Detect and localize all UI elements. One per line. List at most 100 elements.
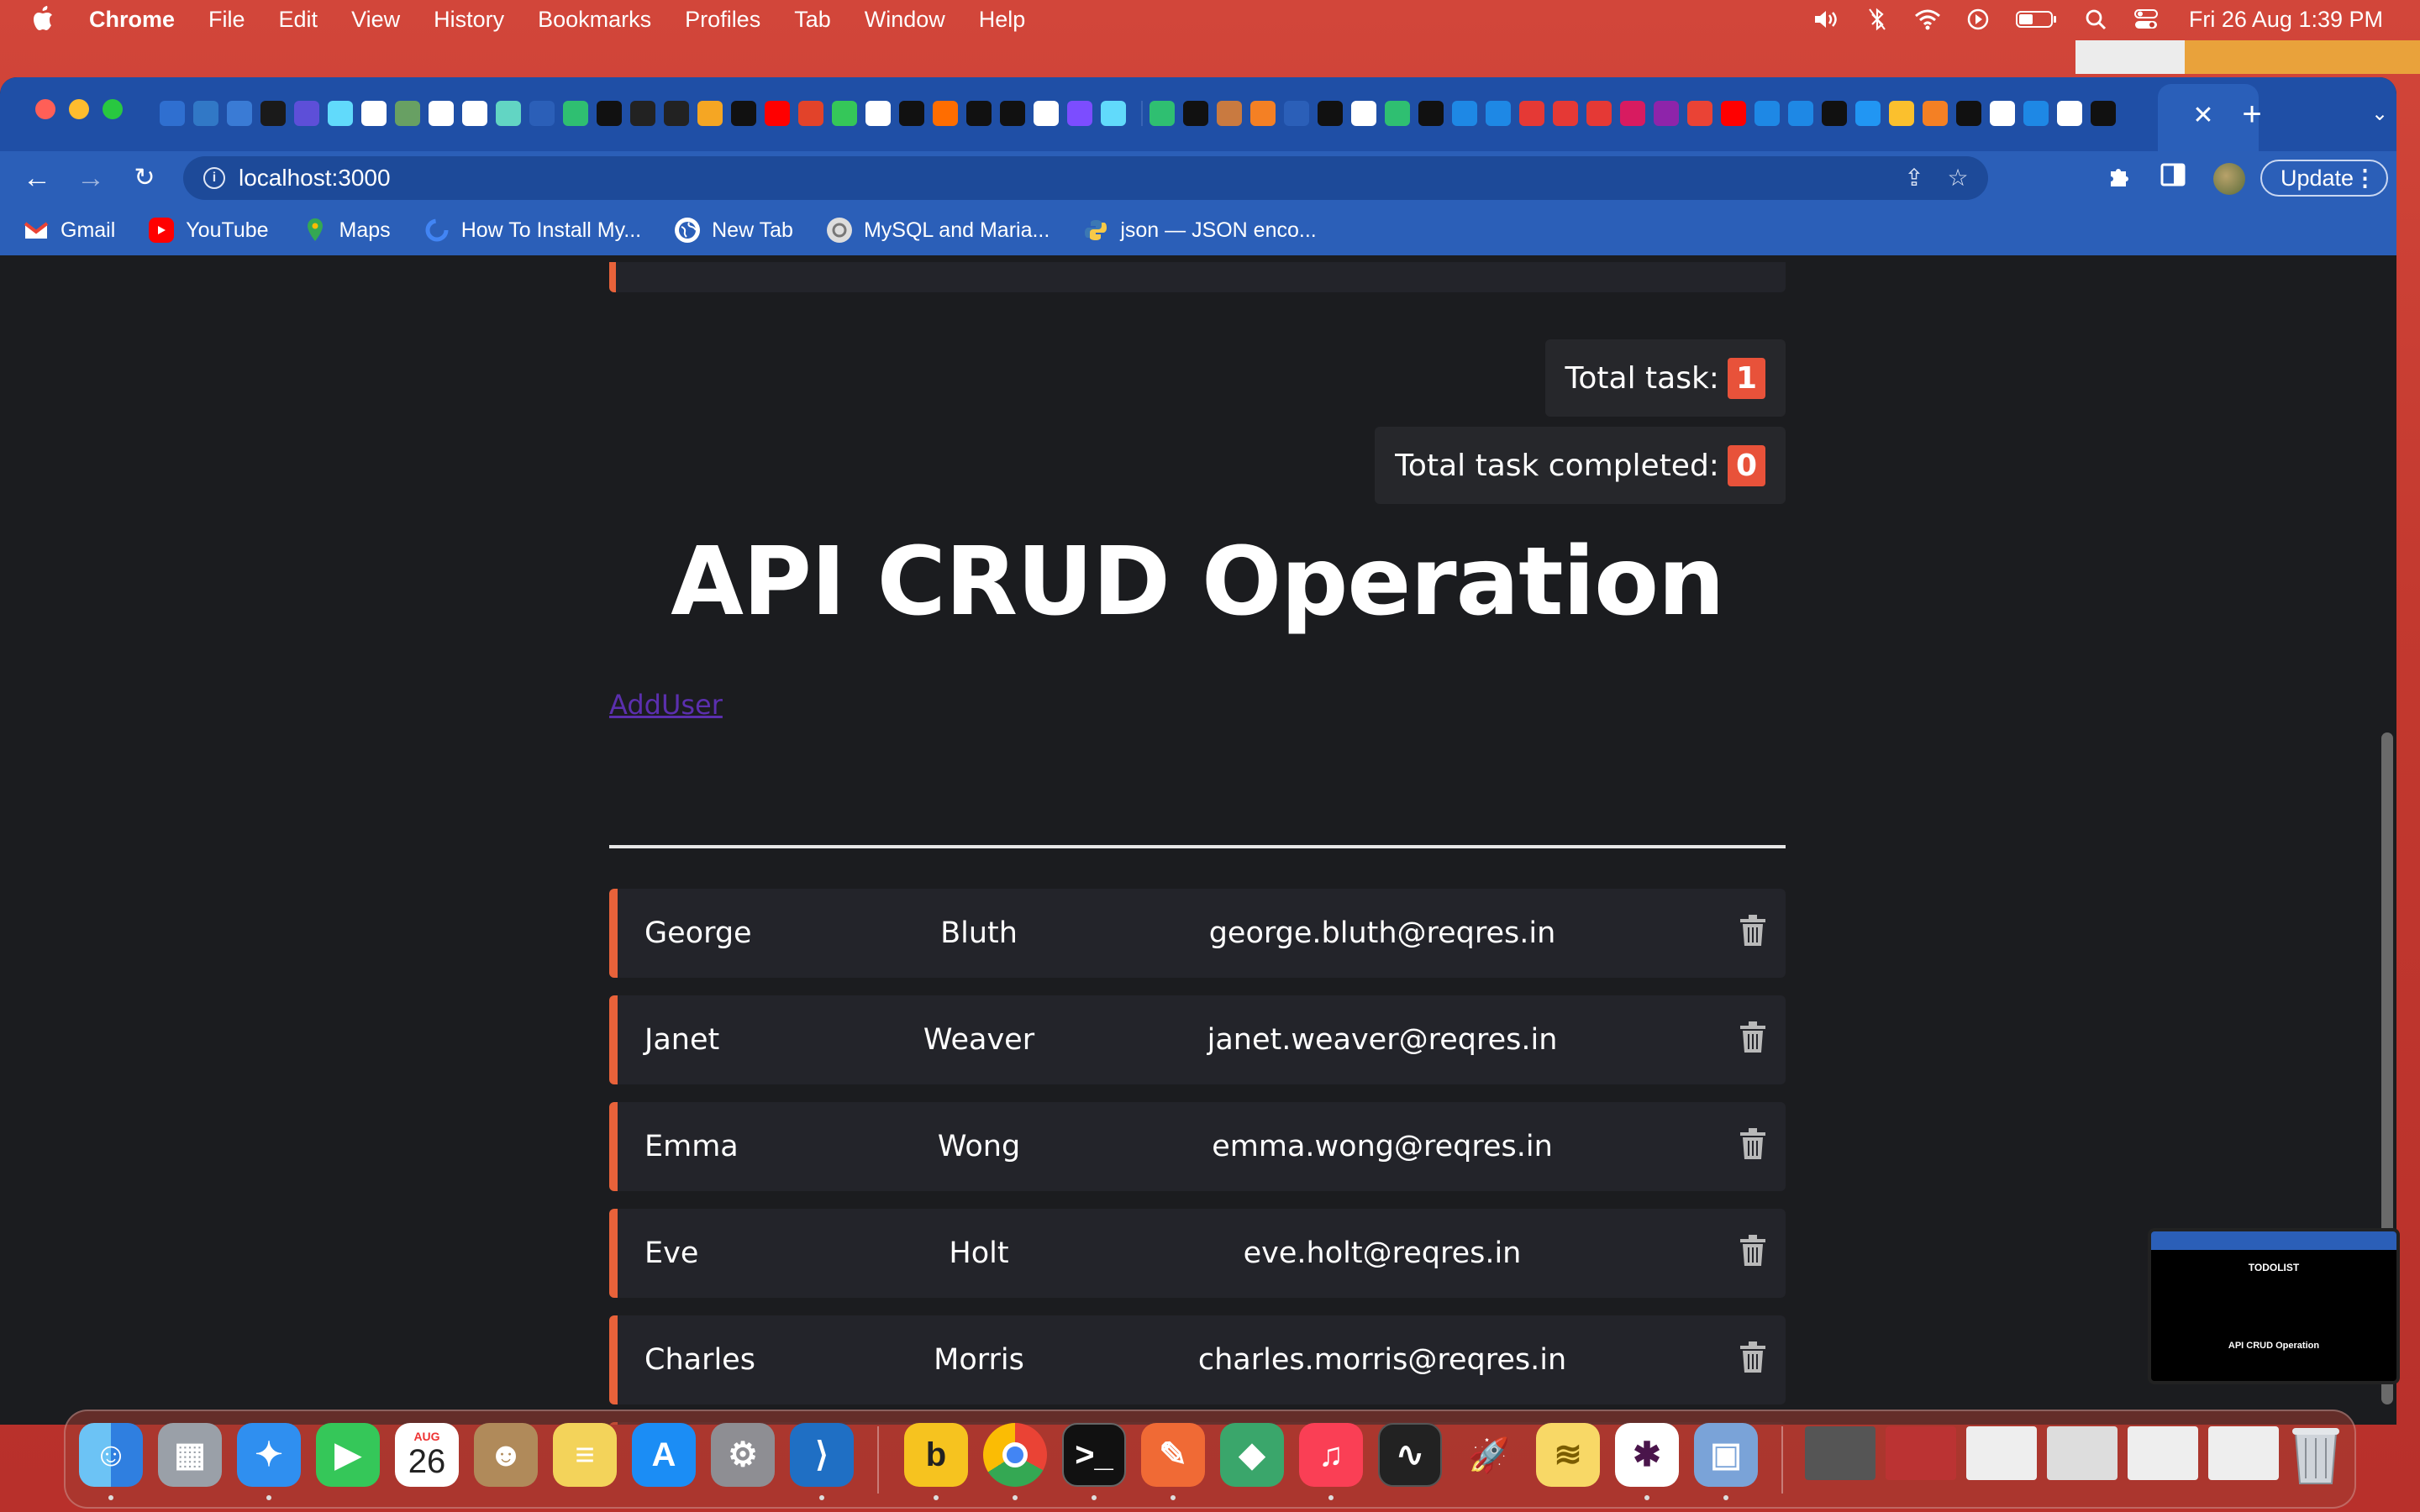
launchpad-icon[interactable]: ▦ xyxy=(158,1423,222,1487)
menu-edit[interactable]: Edit xyxy=(279,7,318,33)
tab-favicon-icon[interactable] xyxy=(160,101,185,126)
minimized-window-thumbnail[interactable] xyxy=(2047,1426,2118,1480)
spotlight-search-icon[interactable] xyxy=(2081,8,2110,31)
tab-favicon-icon[interactable] xyxy=(1418,101,1444,126)
tab-favicon-icon[interactable] xyxy=(1034,101,1059,126)
minimized-window-thumbnail[interactable] xyxy=(1886,1426,1956,1480)
tableplus-icon[interactable]: ◆ xyxy=(1220,1423,1284,1487)
tab-favicon-icon[interactable] xyxy=(1000,101,1025,126)
tab-favicon-icon[interactable] xyxy=(429,101,454,126)
notes-icon[interactable]: ≡ xyxy=(553,1423,617,1487)
minimized-window-thumbnail[interactable] xyxy=(2208,1426,2279,1480)
bookmark-how-to-install[interactable]: How To Install My... xyxy=(424,218,641,243)
tab-favicon-icon[interactable] xyxy=(865,101,891,126)
menu-window[interactable]: Window xyxy=(865,7,945,33)
contacts-icon[interactable]: ☻ xyxy=(474,1423,538,1487)
bookmark-maps[interactable]: Maps xyxy=(302,218,391,243)
tab-search-chevron-icon[interactable]: ⌄ xyxy=(2365,99,2395,129)
tab-favicon-icon[interactable] xyxy=(1553,101,1578,126)
delete-trash-icon[interactable] xyxy=(1739,1341,1767,1374)
play-circle-icon[interactable] xyxy=(1964,8,1992,31)
tab-favicon-icon[interactable] xyxy=(2023,101,2049,126)
menubar-clock[interactable]: Fri 26 Aug 1:39 PM xyxy=(2189,7,2383,33)
delete-trash-icon[interactable] xyxy=(1739,1234,1767,1268)
app-store-icon[interactable]: A xyxy=(632,1423,696,1487)
minimize-window-button[interactable] xyxy=(69,99,89,119)
window-preview-thumbnail[interactable]: TODOLIST API CRUD Operation xyxy=(2148,1228,2400,1384)
rocket-typist-icon[interactable]: 🚀 xyxy=(1457,1423,1521,1487)
menu-bookmarks[interactable]: Bookmarks xyxy=(538,7,651,33)
bookmark-json[interactable]: json — JSON enco... xyxy=(1083,218,1317,243)
tab-favicon-icon[interactable] xyxy=(731,101,756,126)
minimized-window-thumbnail[interactable] xyxy=(1966,1426,2037,1480)
bookmark-new-tab[interactable]: New Tab xyxy=(675,218,793,243)
tab-favicon-icon[interactable] xyxy=(1822,101,1847,126)
tab-favicon-icon[interactable] xyxy=(1284,101,1309,126)
tab-favicon-icon[interactable] xyxy=(193,101,218,126)
tab-favicon-icon[interactable] xyxy=(1351,101,1376,126)
tab-favicon-icon[interactable] xyxy=(260,101,286,126)
tab-favicon-icon[interactable] xyxy=(496,101,521,126)
tab-favicon-icon[interactable] xyxy=(630,101,655,126)
address-bar[interactable]: i localhost:3000 ⇪ ☆ xyxy=(183,156,1988,200)
tab-favicon-icon[interactable] xyxy=(1754,101,1780,126)
menu-view[interactable]: View xyxy=(351,7,400,33)
tab-favicon-icon[interactable] xyxy=(563,101,588,126)
minimized-window-thumbnail[interactable] xyxy=(1805,1426,1876,1480)
tab-favicon-icon[interactable] xyxy=(1788,101,1813,126)
menu-help[interactable]: Help xyxy=(979,7,1026,33)
tab-favicon-icon[interactable] xyxy=(1217,101,1242,126)
safari-icon[interactable]: ✦ xyxy=(237,1423,301,1487)
bitwarden-icon[interactable]: b xyxy=(904,1423,968,1487)
reload-button[interactable]: ↻ xyxy=(128,161,161,195)
tab-favicon-icon[interactable] xyxy=(2057,101,2082,126)
tab-favicon-icon[interactable] xyxy=(1318,101,1343,126)
apple-menu-icon[interactable] xyxy=(32,6,54,37)
trash-icon[interactable] xyxy=(2284,1423,2348,1487)
volume-icon[interactable] xyxy=(1812,8,1841,31)
tab-favicon-icon[interactable] xyxy=(361,101,387,126)
forward-button[interactable]: → xyxy=(74,161,108,195)
bookmark-youtube[interactable]: YouTube xyxy=(149,218,269,243)
terminal-icon[interactable]: >_ xyxy=(1062,1423,1126,1487)
tab-favicon-icon[interactable] xyxy=(933,101,958,126)
bookmark-gmail[interactable]: Gmail xyxy=(24,218,115,243)
tab-favicon-icon[interactable] xyxy=(832,101,857,126)
menu-app-name[interactable]: Chrome xyxy=(89,7,175,33)
share-icon[interactable]: ⇪ xyxy=(1901,165,1928,192)
facetime-icon[interactable]: ▶ xyxy=(316,1423,380,1487)
delete-trash-icon[interactable] xyxy=(1739,914,1767,948)
tab-favicon-icon[interactable] xyxy=(1385,101,1410,126)
profile-avatar[interactable] xyxy=(2213,163,2245,195)
close-window-button[interactable] xyxy=(35,99,55,119)
system-preferences-icon[interactable]: ⚙ xyxy=(711,1423,775,1487)
bookmark-star-icon[interactable]: ☆ xyxy=(1944,165,1971,192)
calendar-icon[interactable]: AUG 26 xyxy=(395,1423,459,1487)
stickies-icon[interactable]: ≋ xyxy=(1536,1423,1600,1487)
bookmark-mysql[interactable]: MySQL and Maria... xyxy=(826,218,1050,243)
tab-favicon-icon[interactable] xyxy=(1519,101,1544,126)
battery-icon[interactable] xyxy=(2014,8,2060,31)
tab-favicon-icon[interactable] xyxy=(1923,101,1948,126)
tab-favicon-icon[interactable] xyxy=(1150,101,1175,126)
tab-favicon-icon[interactable] xyxy=(697,101,723,126)
menu-profiles[interactable]: Profiles xyxy=(685,7,760,33)
tab-favicon-icon[interactable] xyxy=(1654,101,1679,126)
update-button[interactable]: Update ⋮ xyxy=(2260,160,2388,197)
tab-favicon-icon[interactable] xyxy=(1101,101,1126,126)
tab-favicon-icon[interactable] xyxy=(597,101,622,126)
slack-icon[interactable]: ✱ xyxy=(1615,1423,1679,1487)
site-info-icon[interactable]: i xyxy=(203,167,225,189)
tab-favicon-icon[interactable] xyxy=(1687,101,1712,126)
tab-favicon-icon[interactable] xyxy=(798,101,823,126)
tab-favicon-icon[interactable] xyxy=(1067,101,1092,126)
tab-favicon-icon[interactable] xyxy=(462,101,487,126)
tab-favicon-icon[interactable] xyxy=(227,101,252,126)
tab-favicon-icon[interactable] xyxy=(1721,101,1746,126)
tab-favicon-icon[interactable] xyxy=(1183,101,1208,126)
bluetooth-off-icon[interactable] xyxy=(1863,8,1891,31)
new-tab-button[interactable]: + xyxy=(2235,97,2269,131)
tab-favicon-icon[interactable] xyxy=(966,101,992,126)
finder-icon[interactable]: ☺ xyxy=(79,1423,143,1487)
more-menu-icon[interactable]: ⋮ xyxy=(2354,161,2376,195)
